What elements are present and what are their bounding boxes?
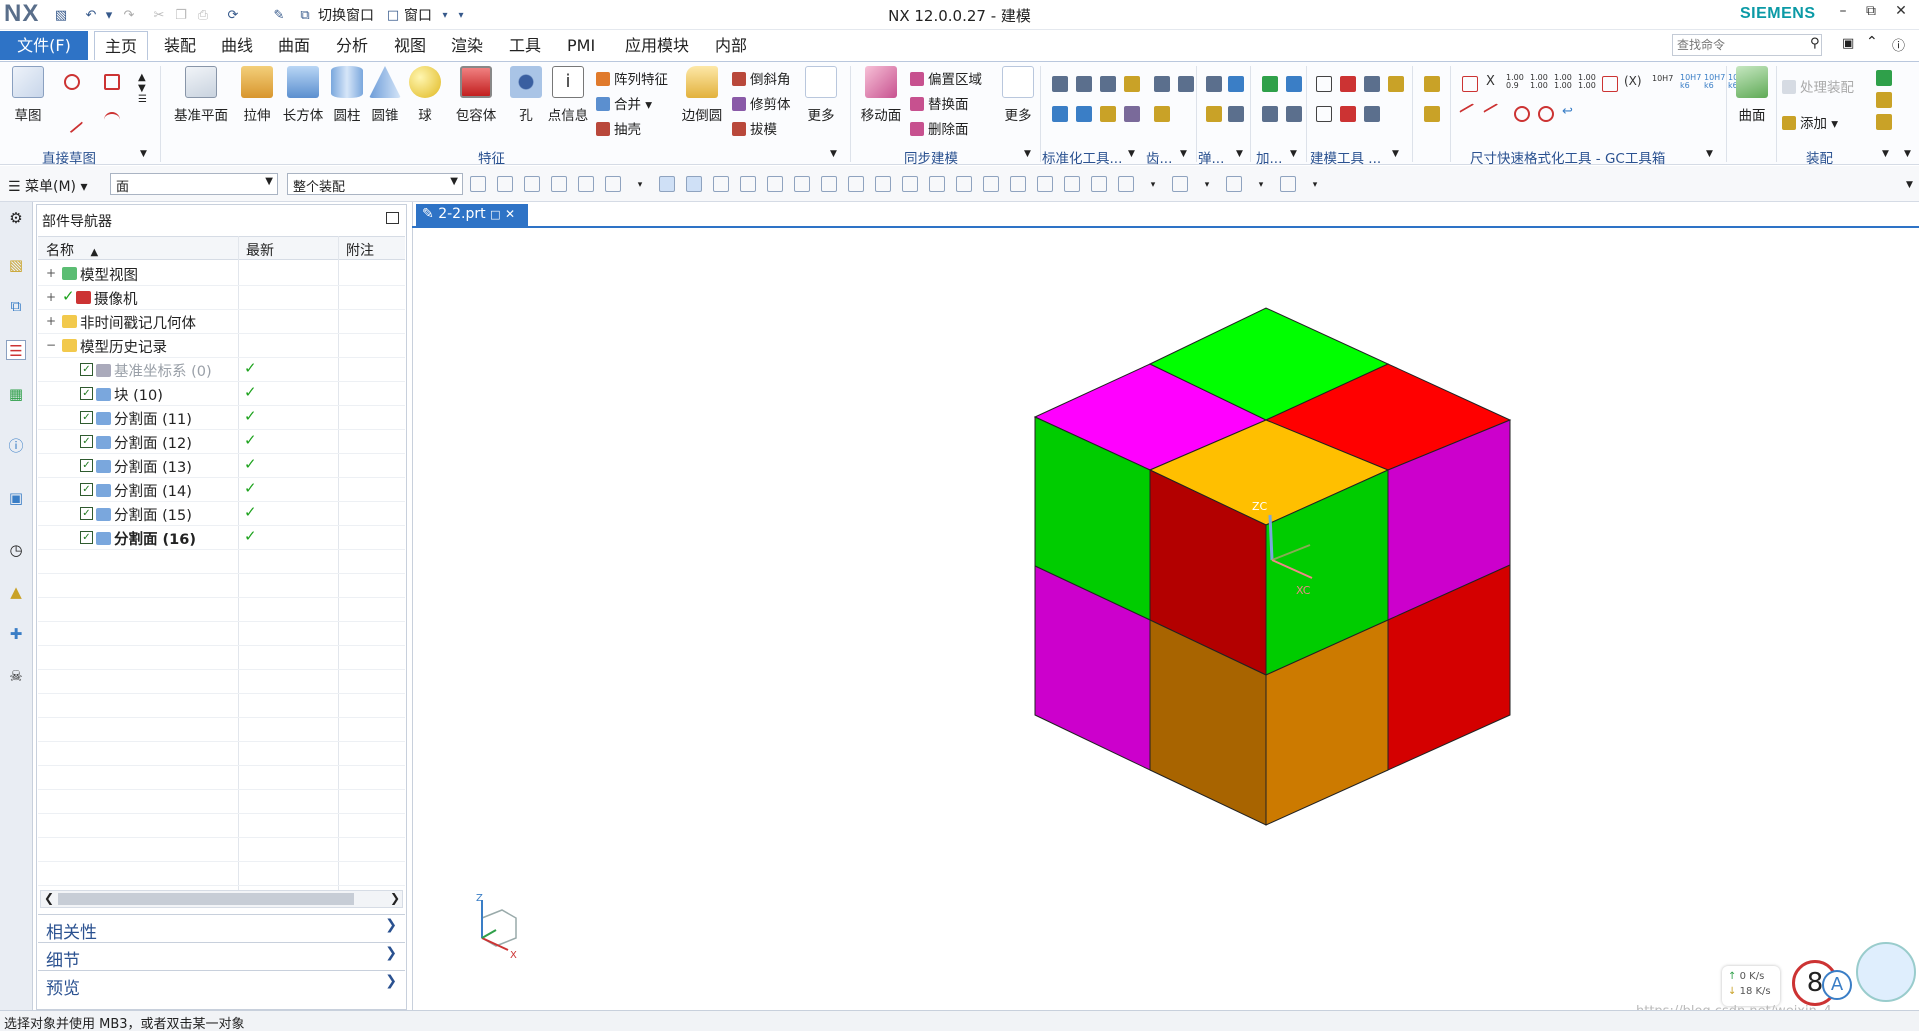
triad-z-label: Z <box>476 893 483 904</box>
status-bar: 选择对象并使用 MB3，或者双击某一对象 <box>0 1010 1919 1032</box>
xc-label: XC <box>1296 584 1311 597</box>
triad-x-axis <box>481 937 509 951</box>
view-triad: Z X <box>476 893 517 961</box>
zc-axis <box>1268 514 1274 561</box>
assistant-avatar[interactable] <box>1856 942 1916 1002</box>
network-speed-widget: ↑ 0 K/s ↓ 18 K/s <box>1722 966 1780 1006</box>
triad-x-label: X <box>510 950 517 961</box>
status-prompt: 选择对象并使用 MB3，或者双击某一对象 <box>4 1017 245 1032</box>
input-method-icon[interactable]: A <box>1822 970 1852 1000</box>
cube-model[interactable] <box>1033 307 1512 826</box>
zc-label: ZC <box>1252 500 1268 513</box>
triad-y-axis <box>481 929 497 939</box>
download-icon: ↓ <box>1728 986 1737 997</box>
viewport-graphics: ZC XC Z X <box>476 307 1512 961</box>
upload-icon: ↑ <box>1728 971 1737 982</box>
